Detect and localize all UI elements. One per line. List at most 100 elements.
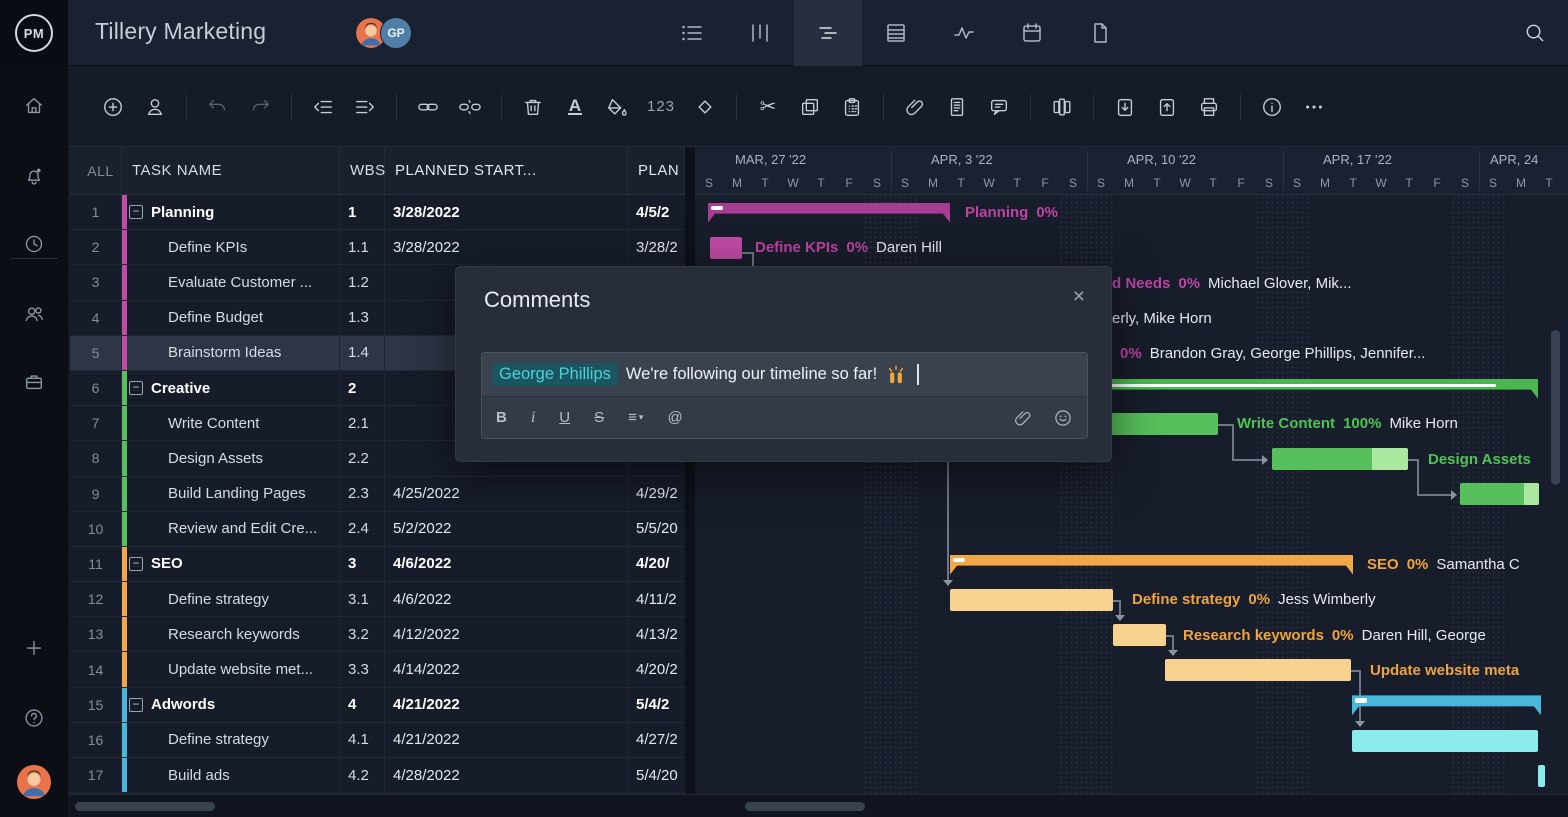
fill-color-button[interactable] bbox=[605, 94, 629, 120]
collapse-icon[interactable]: − bbox=[129, 381, 143, 395]
task-name-cell[interactable]: Define strategy bbox=[122, 582, 340, 616]
pm-logo[interactable]: PM bbox=[0, 0, 68, 66]
cut-button[interactable]: ✂ bbox=[756, 94, 780, 120]
unlink-tasks-button[interactable] bbox=[458, 94, 482, 120]
task-name-cell[interactable]: −Creative bbox=[122, 371, 340, 405]
table-row[interactable]: 13Research keywords3.24/12/20224/13/2 bbox=[70, 617, 685, 652]
planned-finish-cell[interactable]: 5/4/20 bbox=[628, 758, 685, 792]
table-row[interactable]: 16Define strategy4.14/21/20224/27/2 bbox=[70, 723, 685, 758]
link-tasks-button[interactable] bbox=[416, 94, 440, 120]
mention-chip[interactable]: George Phillips bbox=[492, 363, 618, 386]
planned-finish-cell[interactable]: 4/13/2 bbox=[628, 617, 685, 651]
planned-finish-cell[interactable]: 4/20/ bbox=[628, 547, 685, 581]
task-name-cell[interactable]: Define KPIs bbox=[122, 230, 340, 264]
outdent-button[interactable] bbox=[311, 94, 335, 120]
strikethrough-button[interactable]: S bbox=[594, 409, 604, 426]
comment-button[interactable] bbox=[987, 94, 1011, 120]
bold-button[interactable]: B bbox=[496, 409, 507, 426]
table-row[interactable]: 11−SEO34/6/20224/20/ bbox=[70, 547, 685, 582]
planned-start-cell[interactable]: 4/6/2022 bbox=[385, 582, 628, 616]
assign-user-button[interactable] bbox=[143, 94, 167, 120]
table-horizontal-scrollbar[interactable] bbox=[75, 802, 215, 811]
gantt-vertical-scrollbar[interactable] bbox=[1551, 330, 1560, 485]
table-row[interactable]: 17Build ads4.24/28/20225/4/20 bbox=[70, 758, 685, 793]
profile-avatar[interactable] bbox=[17, 765, 51, 799]
collapse-icon[interactable]: − bbox=[129, 698, 143, 712]
planned-finish-cell[interactable]: 4/11/2 bbox=[628, 582, 685, 616]
task-notes-button[interactable] bbox=[945, 94, 969, 120]
planned-start-cell[interactable]: 4/14/2022 bbox=[385, 652, 628, 686]
gantt-task-bar[interactable] bbox=[1460, 483, 1539, 505]
delete-task-button[interactable] bbox=[521, 94, 545, 120]
table-row[interactable]: 10Review and Edit Cre...2.45/2/20225/5/2… bbox=[70, 512, 685, 547]
planned-finish-cell[interactable]: 3/28/2 bbox=[628, 230, 685, 264]
add-task-button[interactable] bbox=[101, 94, 125, 120]
table-row[interactable]: 1−Planning13/28/20224/5/2 bbox=[70, 195, 685, 230]
planned-start-cell[interactable]: 4/21/2022 bbox=[385, 723, 628, 757]
sidebar-item-alerts[interactable] bbox=[0, 154, 68, 198]
gantt-task-bar[interactable] bbox=[1352, 730, 1538, 752]
task-name-cell[interactable]: Research keywords bbox=[122, 617, 340, 651]
task-name-cell[interactable]: Review and Edit Cre... bbox=[122, 512, 340, 546]
table-row[interactable]: 15−Adwords44/21/20225/4/2 bbox=[70, 688, 685, 723]
gantt-task-bar[interactable] bbox=[950, 589, 1113, 611]
task-name-cell[interactable]: Brainstorm Ideas bbox=[122, 336, 340, 370]
gantt-summary-bar[interactable] bbox=[950, 555, 1353, 575]
sidebar-item-portfolio[interactable] bbox=[0, 360, 68, 404]
member-avatar-gp[interactable]: GP bbox=[380, 17, 412, 49]
planned-start-cell[interactable]: 5/2/2022 bbox=[385, 512, 628, 546]
view-tab-docs-icon[interactable] bbox=[1066, 0, 1134, 66]
planned-finish-cell[interactable]: 5/5/20 bbox=[628, 512, 685, 546]
gantt-task-bar[interactable] bbox=[1100, 413, 1218, 435]
gantt-task-bar[interactable] bbox=[710, 237, 742, 259]
planned-start-cell[interactable]: 4/25/2022 bbox=[385, 477, 628, 511]
table-row[interactable]: 2Define KPIs1.13/28/20223/28/2 bbox=[70, 230, 685, 265]
planned-start-cell[interactable]: 4/6/2022 bbox=[385, 547, 628, 581]
task-name-cell[interactable]: −Adwords bbox=[122, 688, 340, 722]
import-button[interactable] bbox=[1113, 94, 1137, 120]
print-button[interactable] bbox=[1197, 94, 1221, 120]
task-name-cell[interactable]: Write Content bbox=[122, 406, 340, 440]
progress-handle[interactable] bbox=[1355, 698, 1367, 703]
table-row[interactable]: 14Update website met...3.34/14/20224/20/… bbox=[70, 652, 685, 687]
sidebar-item-help[interactable] bbox=[0, 696, 68, 740]
copy-button[interactable] bbox=[798, 94, 822, 120]
task-name-cell[interactable]: Define strategy bbox=[122, 723, 340, 757]
list-button[interactable]: ≡▾ bbox=[628, 409, 643, 426]
planned-finish-cell[interactable]: 4/5/2 bbox=[628, 195, 685, 229]
view-tab-task-list-icon[interactable] bbox=[658, 0, 726, 66]
mention-button[interactable]: @ bbox=[667, 409, 682, 426]
collapse-icon[interactable]: − bbox=[129, 557, 143, 571]
view-tab-sheet-icon[interactable] bbox=[862, 0, 930, 66]
planned-finish-cell[interactable]: 5/4/2 bbox=[628, 688, 685, 722]
gantt-summary-bar[interactable] bbox=[708, 203, 950, 223]
paste-button[interactable] bbox=[840, 94, 864, 120]
sidebar-item-home[interactable] bbox=[0, 84, 68, 128]
planned-start-cell[interactable]: 4/28/2022 bbox=[385, 758, 628, 792]
task-name-cell[interactable]: Update website met... bbox=[122, 652, 340, 686]
gantt-task-bar[interactable] bbox=[1272, 448, 1408, 470]
sidebar-item-team[interactable] bbox=[0, 292, 68, 336]
close-icon[interactable]: × bbox=[1073, 287, 1085, 307]
planned-start-cell[interactable]: 3/28/2022 bbox=[385, 230, 628, 264]
gantt-horizontal-scrollbar[interactable] bbox=[745, 802, 865, 811]
info-button[interactable] bbox=[1260, 94, 1284, 120]
font-color-button[interactable]: A bbox=[563, 94, 587, 120]
gantt-task-bar[interactable] bbox=[1113, 624, 1166, 646]
planned-finish-cell[interactable]: 4/29/2 bbox=[628, 477, 685, 511]
italic-button[interactable]: i bbox=[531, 409, 535, 427]
column-header-num[interactable]: ALL bbox=[70, 147, 122, 194]
task-name-cell[interactable]: −Planning bbox=[122, 195, 340, 229]
attach-icon[interactable] bbox=[1013, 408, 1033, 428]
emoji-icon[interactable] bbox=[1053, 408, 1073, 428]
planned-finish-cell[interactable]: 4/27/2 bbox=[628, 723, 685, 757]
gantt-task-bar[interactable] bbox=[1165, 659, 1351, 681]
collapse-icon[interactable]: − bbox=[129, 205, 143, 219]
table-row[interactable]: 12Define strategy3.14/6/20224/11/2 bbox=[70, 582, 685, 617]
redo-button[interactable] bbox=[248, 94, 272, 120]
indent-button[interactable] bbox=[353, 94, 377, 120]
progress-handle[interactable] bbox=[953, 558, 965, 563]
view-tab-workload-icon[interactable] bbox=[930, 0, 998, 66]
gantt-summary-bar[interactable] bbox=[1085, 379, 1538, 399]
sidebar-item-add[interactable] bbox=[0, 626, 68, 670]
